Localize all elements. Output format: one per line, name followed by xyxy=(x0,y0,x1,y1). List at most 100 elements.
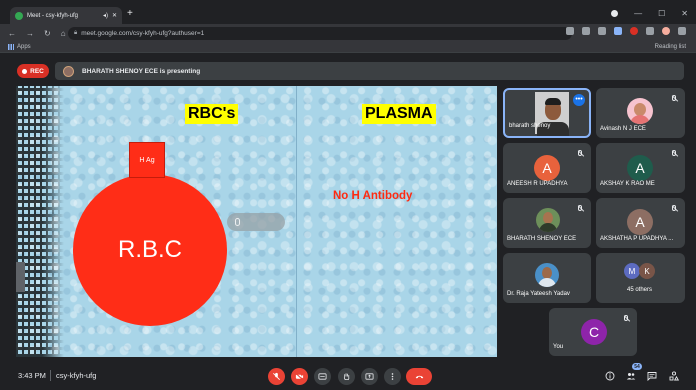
info-icon xyxy=(605,371,615,381)
more-options-icon[interactable]: ••• xyxy=(573,94,585,106)
participant-tile[interactable]: A AKSHATHA P UPADHYA ... xyxy=(596,198,685,248)
mic-off-icon xyxy=(669,148,679,158)
forward-icon[interactable]: → xyxy=(26,29,34,38)
menu-dots-icon[interactable] xyxy=(678,27,686,35)
participant-photo xyxy=(535,263,559,287)
mic-off-icon xyxy=(273,372,280,380)
others-avatar: K xyxy=(639,263,655,279)
camera-indicator-icon[interactable] xyxy=(566,27,574,35)
captions-button[interactable] xyxy=(314,368,331,385)
media-indicator-icon[interactable] xyxy=(611,10,619,17)
bookmarks-bar: Apps Reading list xyxy=(0,42,696,53)
mic-off-icon xyxy=(669,203,679,213)
others-tile[interactable]: M K 45 others xyxy=(596,253,685,303)
h-antigen-label: H Ag xyxy=(139,156,155,164)
home-icon[interactable]: ⌂ xyxy=(61,29,66,38)
hang-up-icon xyxy=(415,375,423,379)
browser-tab-strip: Meet - csy-kfyh-ufg ◂) ✕ + — ☐ ✕ xyxy=(0,0,696,24)
video-artifact-strip xyxy=(16,86,64,357)
star-icon[interactable] xyxy=(598,27,606,35)
extension-icons xyxy=(566,27,686,35)
others-avatar: M xyxy=(624,263,640,279)
camera-feed-hair xyxy=(545,98,561,105)
participant-tile[interactable]: BHARATH SHENOY ECE xyxy=(503,198,591,248)
recorder-extension-icon[interactable] xyxy=(630,27,638,35)
activities-icon xyxy=(669,371,679,381)
puzzle-icon[interactable] xyxy=(646,27,654,35)
lock-icon[interactable]: 🔒︎ xyxy=(74,30,77,37)
self-name: You xyxy=(553,344,564,350)
record-dot-icon xyxy=(22,68,28,74)
activities-button[interactable] xyxy=(668,370,680,382)
apps-grid-icon xyxy=(8,44,14,50)
camera-off-button[interactable] xyxy=(291,368,308,385)
key-icon[interactable] xyxy=(582,27,590,35)
apps-label: Apps xyxy=(17,44,31,50)
browser-tab[interactable]: Meet - csy-kfyh-ufg ◂) ✕ xyxy=(10,7,122,24)
participant-tile[interactable]: Dr. Raja Yateesh Yadav xyxy=(503,253,591,303)
presentation-stage: RBC's PLASMA R.B.C H Ag No H Antibody xyxy=(16,86,497,357)
extension-icon[interactable] xyxy=(614,27,622,35)
plasma-heading: PLASMA xyxy=(362,104,436,124)
url-text: meet.google.com/csy-kfyh-ufg?authuser=1 xyxy=(81,30,205,37)
minimize-icon[interactable]: — xyxy=(634,9,642,18)
chat-icon xyxy=(647,372,657,381)
participant-name: Dr. Raja Yateesh Yadav xyxy=(507,291,570,297)
close-window-icon[interactable]: ✕ xyxy=(681,9,688,18)
separator xyxy=(50,370,51,381)
maximize-icon[interactable]: ☐ xyxy=(658,9,665,18)
people-button[interactable] xyxy=(625,370,637,382)
profile-avatar-icon[interactable] xyxy=(662,27,670,35)
raise-hand-button[interactable] xyxy=(338,368,355,385)
window-controls: — ☐ ✕ xyxy=(611,9,688,18)
meet-control-bar: 3:43 PM csy-kfyh-ufg 54 xyxy=(0,362,696,390)
participant-photo xyxy=(536,208,560,232)
participant-name: AKSHAY K RAO ME xyxy=(600,181,655,187)
chat-button[interactable] xyxy=(646,370,658,382)
side-tab[interactable] xyxy=(16,262,25,292)
mic-icon xyxy=(235,218,240,226)
slide-divider xyxy=(296,86,297,357)
camera-off-icon xyxy=(295,372,304,381)
recording-indicator[interactable]: REC xyxy=(17,64,49,78)
meeting-details-button[interactable] xyxy=(604,370,616,382)
participant-tile[interactable]: A AKSHAY K RAO ME xyxy=(596,143,685,193)
participant-avatar: A xyxy=(627,209,653,235)
more-options-button[interactable] xyxy=(384,368,401,385)
presenting-banner: BHARATH SHENOY ECE is presenting xyxy=(55,62,684,80)
back-icon[interactable]: ← xyxy=(8,29,16,38)
participant-photo xyxy=(627,98,653,124)
self-tile[interactable]: C You xyxy=(549,308,637,356)
meeting-code: csy-kfyh-ufg xyxy=(56,371,97,380)
rbc-label: R.B.C xyxy=(117,236,182,263)
rec-label: REC xyxy=(30,67,44,75)
tab-title: Meet - csy-kfyh-ufg xyxy=(27,12,79,19)
participant-tile[interactable]: Avinash N J ECE xyxy=(596,88,685,138)
participant-name: bharath shenoy xyxy=(509,123,551,129)
floating-mic-pill[interactable] xyxy=(227,213,285,231)
tab-audio-icon[interactable]: ◂) xyxy=(103,12,108,19)
microphone-off-button[interactable] xyxy=(268,368,285,385)
self-avatar: C xyxy=(581,319,607,345)
presenter-avatar xyxy=(63,65,74,77)
new-tab-button[interactable]: + xyxy=(127,9,133,19)
address-bar[interactable]: 🔒︎ meet.google.com/csy-kfyh-ufg?authuser… xyxy=(68,27,572,40)
h-antigen: H Ag xyxy=(129,142,165,178)
participant-tile[interactable]: ••• bharath shenoy xyxy=(503,88,591,138)
more-vert-icon xyxy=(391,373,394,380)
participant-avatar: A xyxy=(534,155,560,181)
reload-icon[interactable]: ↻ xyxy=(44,29,51,38)
captions-icon xyxy=(318,373,327,380)
apps-bookmark[interactable]: Apps xyxy=(8,44,31,50)
others-count: 45 others xyxy=(627,287,653,293)
present-now-button[interactable] xyxy=(361,368,378,385)
leave-call-button[interactable] xyxy=(406,368,432,385)
participant-name: BHARATH SHENOY ECE xyxy=(507,236,577,242)
participant-name: AKSHATHA P UPADHYA ... xyxy=(600,236,674,242)
no-h-antibody-text: No H Antibody xyxy=(333,190,413,202)
tab-close-icon[interactable]: ✕ xyxy=(112,12,117,19)
participant-count-badge: 54 xyxy=(632,363,642,370)
reading-list-button[interactable]: Reading list xyxy=(655,44,686,50)
participant-tile[interactable]: A ANEESH R UPADHYA xyxy=(503,143,591,193)
presenting-text: BHARATH SHENOY ECE is presenting xyxy=(82,67,201,75)
